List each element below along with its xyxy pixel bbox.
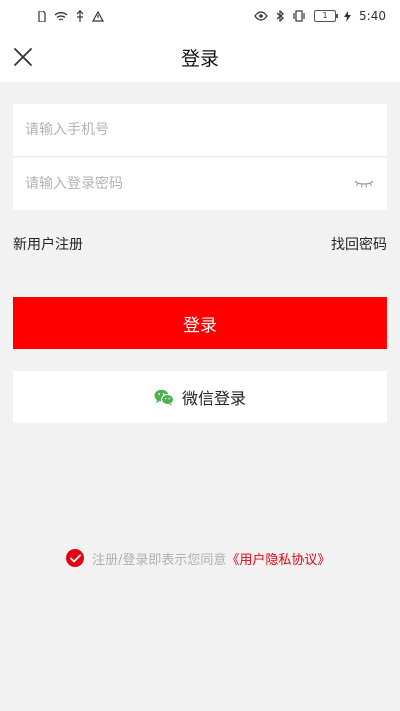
eye-icon [254,11,268,21]
status-bar-right: 1 5:40 [254,9,386,23]
password-field [13,158,387,210]
wifi-icon [54,11,68,22]
page-title: 登录 [180,47,219,70]
eye-closed-icon [354,180,374,188]
battery-icon: 1 [314,10,339,22]
login-button[interactable]: 登录 [13,297,387,349]
status-time: 5:40 [359,9,386,23]
battery-level: 1 [322,11,328,20]
warning-icon [92,10,104,22]
sim-card-icon [38,10,46,22]
wechat-login-button[interactable]: 微信登录 [13,371,387,423]
close-button[interactable] [10,44,36,70]
register-link[interactable]: 新用户注册 [13,234,83,254]
forgot-password-link[interactable]: 找回密码 [331,234,387,254]
vibrate-icon [292,10,306,22]
usb-icon [76,10,84,22]
status-bar-left [38,10,104,22]
agreement-checkbox[interactable] [66,549,84,567]
password-visibility-toggle[interactable] [353,177,375,191]
close-icon [14,48,32,66]
phone-input[interactable] [25,122,375,138]
phone-field [13,104,387,156]
charging-icon [344,10,352,22]
bluetooth-icon [276,10,284,22]
agreement-row: 注册/登录即表示您同意 《用户隐私协议》 [66,548,330,568]
status-bar: 1 5:40 [0,0,400,32]
checkmark-icon [69,554,81,562]
wechat-login-label: 微信登录 [181,389,246,408]
agreement-text: 注册/登录即表示您同意 [92,552,227,568]
wechat-icon [154,389,174,405]
password-input[interactable] [25,176,353,192]
privacy-policy-link[interactable]: 《用户隐私协议》 [226,549,330,568]
header: 登录 [0,32,400,82]
field-divider [13,156,387,157]
account-links: 新用户注册 找回密码 [13,234,387,254]
